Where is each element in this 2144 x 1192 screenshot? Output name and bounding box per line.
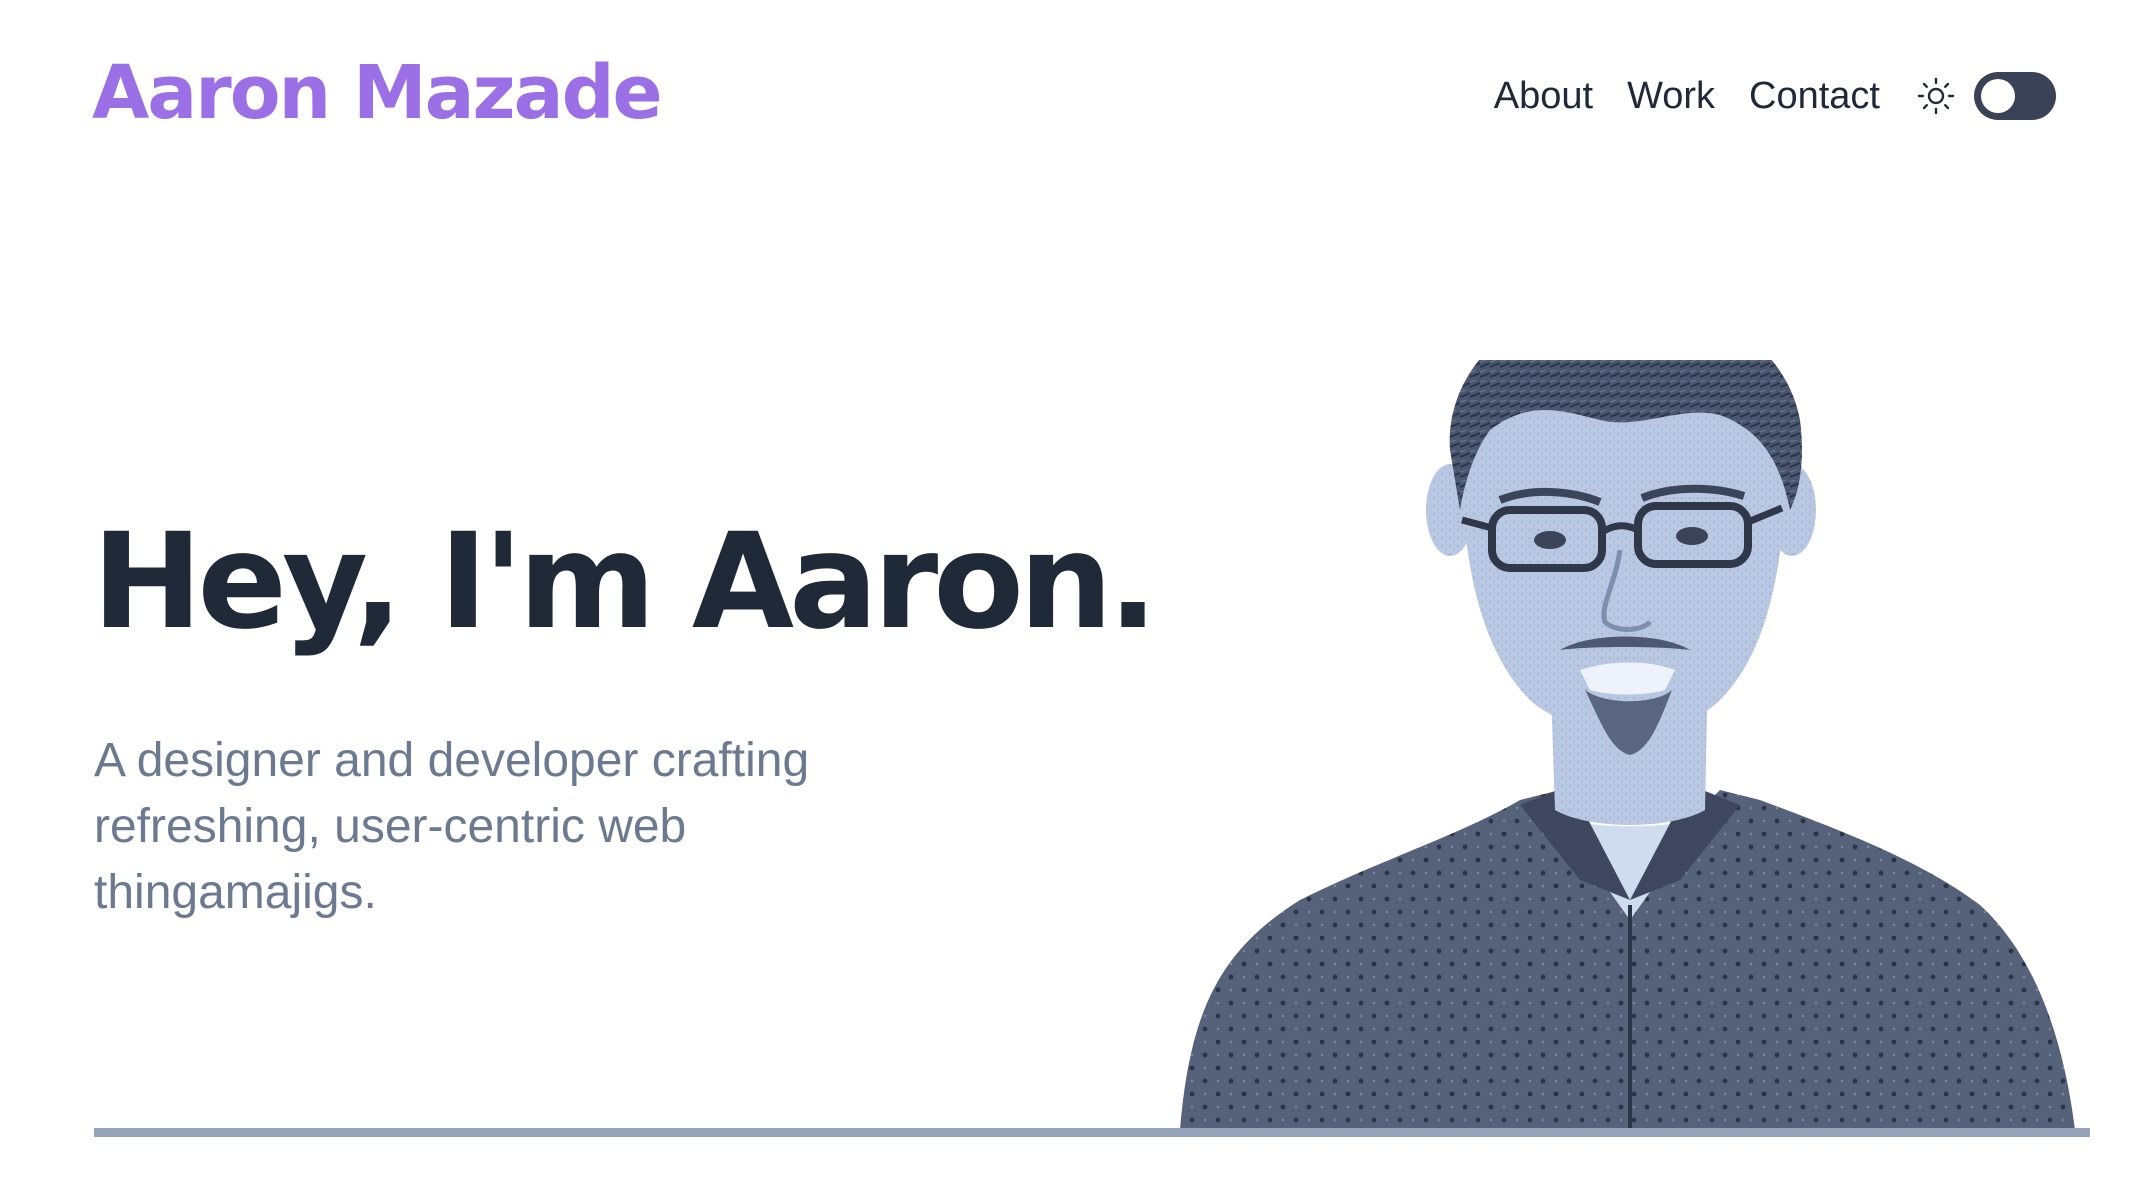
toggle-knob — [1981, 79, 2015, 113]
hero-title: Hey, I'm Aaron. — [92, 505, 1158, 659]
brand-logo-link[interactable]: Aaron Mazade — [92, 56, 663, 130]
nav-link-contact[interactable]: Contact — [1749, 75, 1880, 118]
nav-link-work[interactable]: Work — [1627, 75, 1715, 118]
main-nav: About Work Contact — [1494, 66, 2056, 126]
page: Aaron Mazade About Work Contact Hey, I'm… — [0, 0, 2144, 1192]
theme-toggle[interactable] — [1974, 72, 2056, 120]
sun-icon — [1914, 74, 1958, 118]
nav-link-about[interactable]: About — [1494, 75, 1593, 118]
hero-subtitle: A designer and developer crafting refres… — [94, 734, 810, 919]
section-divider — [94, 1128, 2090, 1137]
portrait-photo — [1180, 360, 2075, 1130]
